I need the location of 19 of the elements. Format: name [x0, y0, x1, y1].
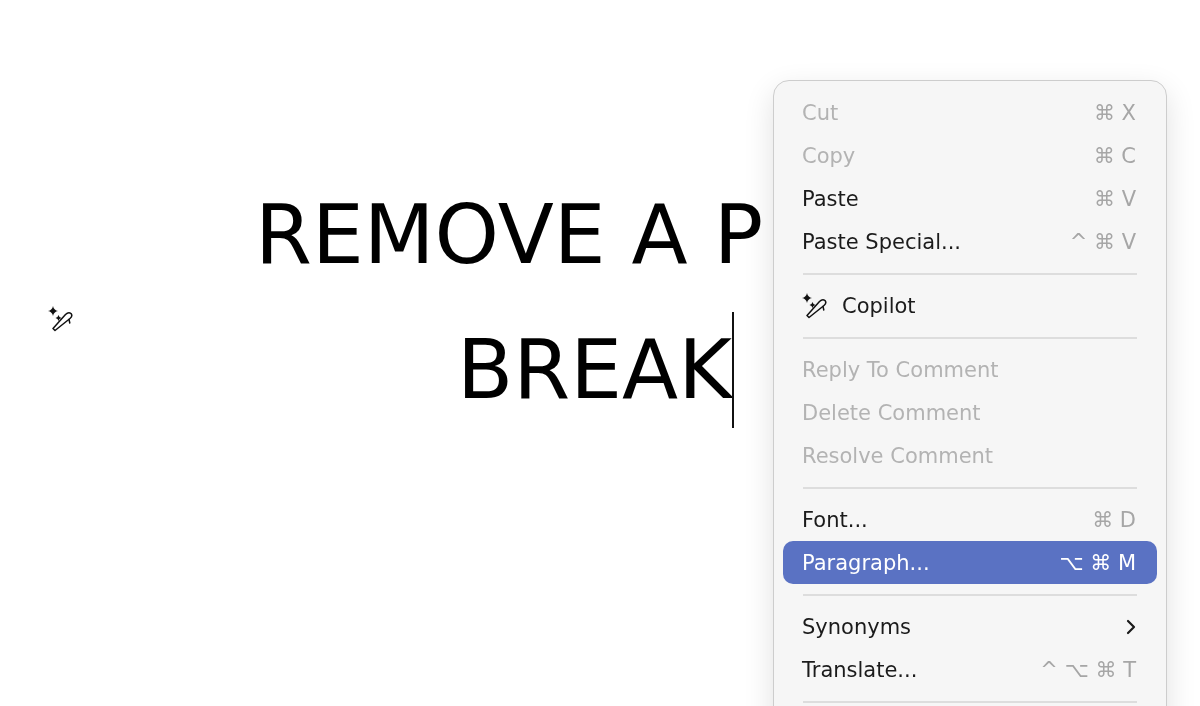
shortcut-hint: ⌥ ⌘ M: [1059, 550, 1136, 575]
menu-item[interactable]: Font... ⌘ D: [783, 498, 1157, 541]
heading-text: BREAK: [457, 321, 732, 419]
sparkle-pen-icon[interactable]: [48, 306, 74, 332]
shortcut-hint: ⌘ X: [1093, 100, 1136, 125]
shortcut-hint: ⌘ V: [1093, 186, 1136, 211]
shortcut-hint: ^ ⌥ ⌘ T: [1040, 657, 1136, 682]
menu-item[interactable]: Copilot: [783, 284, 1157, 327]
menu-item[interactable]: Translate... ^ ⌥ ⌘ T: [783, 648, 1157, 691]
shortcut-hint: ⌘ C: [1093, 143, 1136, 168]
menu-item[interactable]: Paragraph... ⌥ ⌘ M: [783, 541, 1157, 584]
shortcut-hint: ⌘ D: [1092, 507, 1136, 532]
chevron-right-icon: [1126, 618, 1136, 635]
menu-item[interactable]: Paste Special... ^ ⌘ V: [783, 220, 1157, 263]
menu-item[interactable]: Synonyms: [783, 605, 1157, 648]
sparkle-pen-icon: [802, 292, 828, 319]
shortcut-hint: ^ ⌘ V: [1069, 229, 1136, 254]
heading-text: REMOVE A P: [255, 186, 764, 284]
menu-item[interactable]: Paste ⌘ V: [783, 177, 1157, 220]
